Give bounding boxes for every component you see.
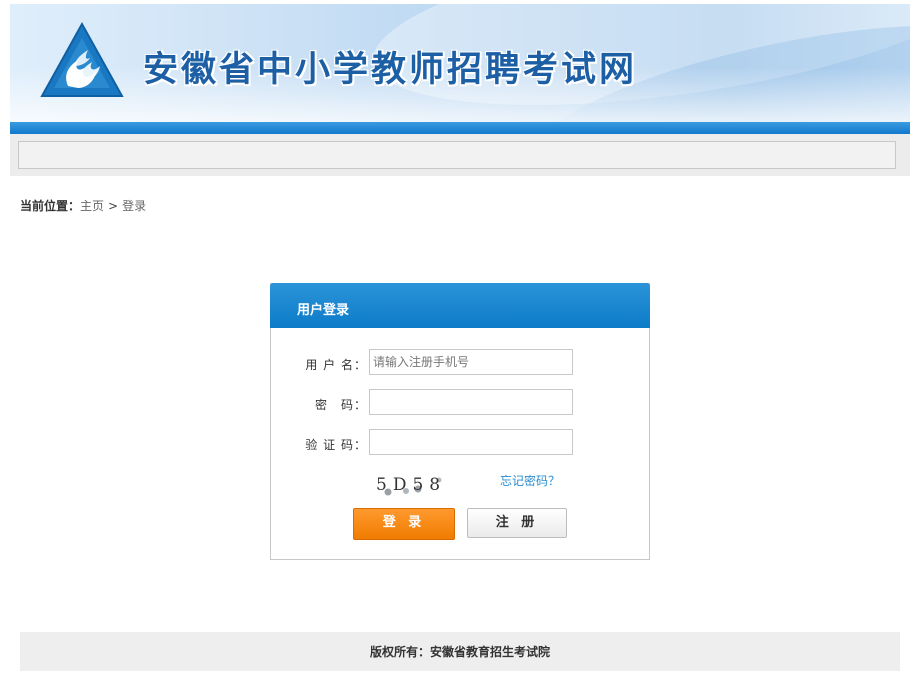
copyright-text: 版权所有：安徽省教育招生考试院 (369, 645, 550, 659)
captcha-input[interactable] (369, 429, 573, 455)
breadcrumb-current: 登录 (122, 199, 147, 213)
username-input[interactable] (369, 349, 573, 375)
register-button[interactable]: 注 册 (467, 508, 567, 538)
nav-area (10, 134, 910, 176)
login-button[interactable]: 登 录 (353, 508, 455, 540)
login-panel-header: 用户登录 (270, 283, 650, 328)
password-label: 密 码： (314, 398, 367, 412)
login-title: 用户登录 (297, 303, 350, 318)
breadcrumb-home-link[interactable]: 主页 (80, 199, 104, 213)
header-accent-bar (10, 122, 910, 134)
captcha-label: 验 证 码： (305, 438, 367, 452)
svg-text:5D58: 5D58 (376, 475, 446, 495)
site-title: 安徽省中小学教师招聘考试网 (143, 49, 638, 90)
username-label: 用 户 名： (305, 358, 367, 372)
breadcrumb: 当前位置：主页 > 登录 (20, 197, 146, 214)
login-panel: 用户登录 用 户 名： 密 码： 验 证 码： 5D58 忘记密码？ 登 录 注… (270, 283, 650, 560)
footer: 版权所有：安徽省教育招生考试院 (20, 632, 900, 671)
password-input[interactable] (369, 389, 573, 415)
breadcrumb-label: 当前位置： (20, 199, 81, 213)
header-banner: 安徽省中小学教师招聘考试网 (10, 4, 910, 122)
nav-bar (18, 141, 896, 169)
breadcrumb-separator: > (108, 199, 119, 213)
forgot-password-link[interactable]: 忘记密码？ (500, 472, 560, 489)
logo-icon (40, 21, 124, 97)
captcha-image[interactable]: 5D58 (366, 470, 452, 500)
